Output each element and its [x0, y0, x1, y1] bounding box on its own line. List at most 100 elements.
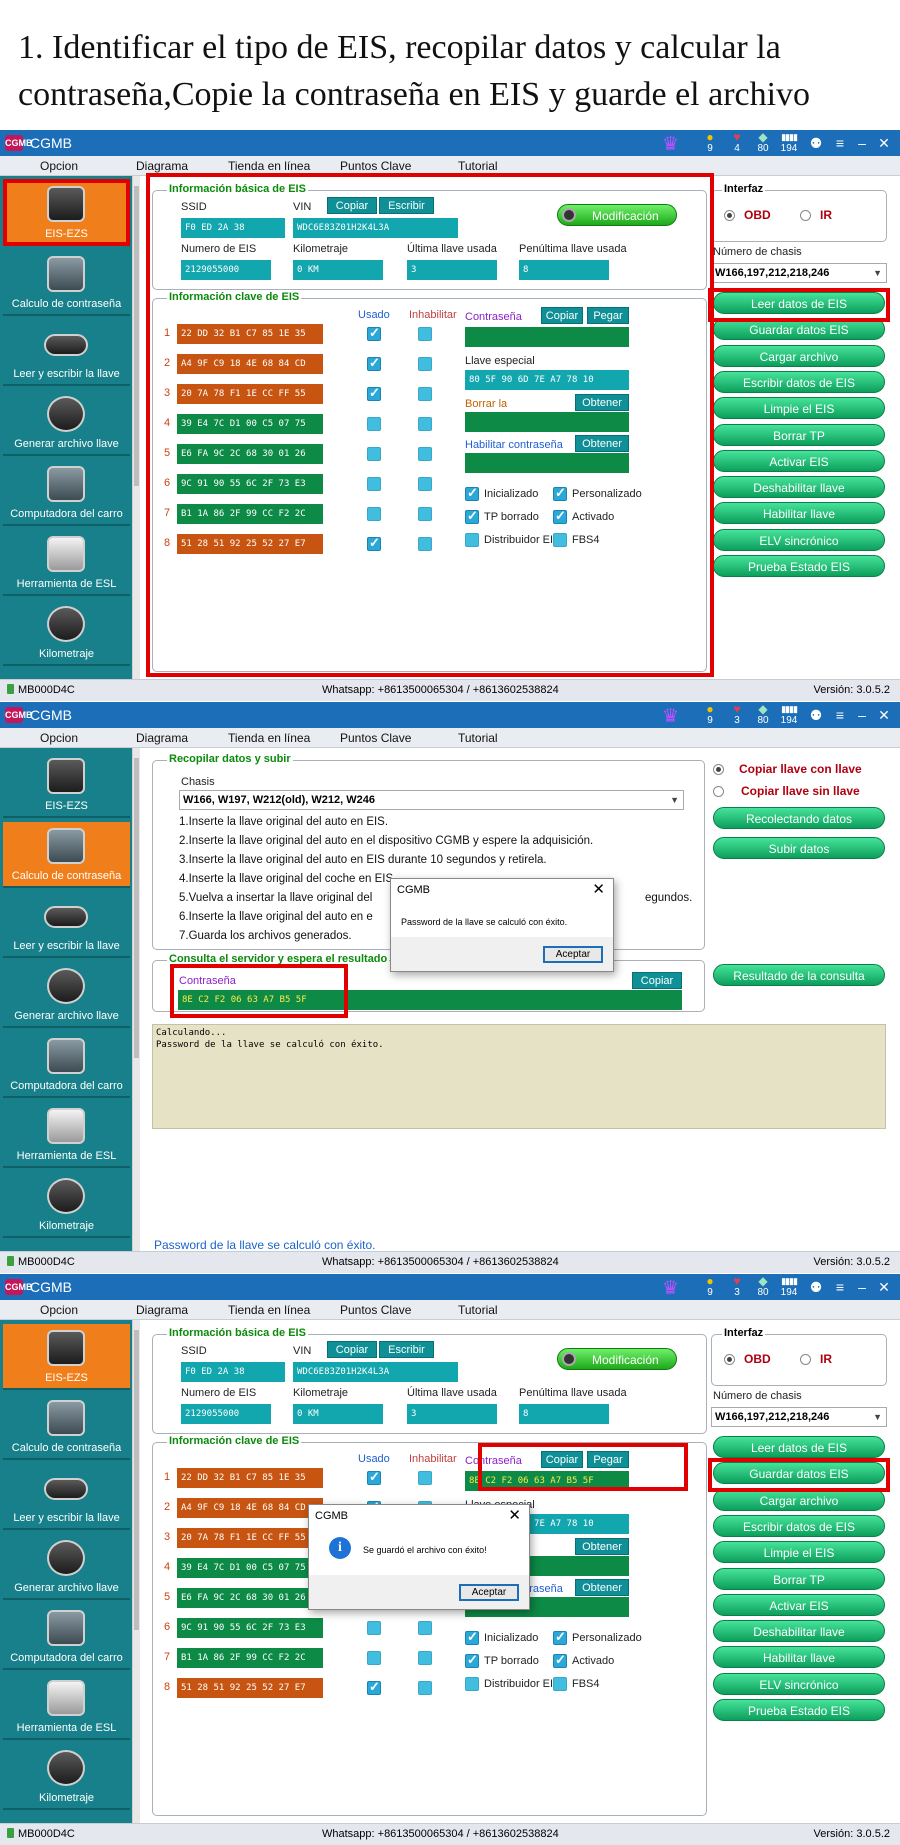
- scroll-thumb[interactable]: [134, 186, 139, 486]
- sidebar-item[interactable]: Herramienta de ESL: [3, 530, 130, 596]
- key-data-field[interactable]: 9C 91 90 55 6C 2F 73 E3: [177, 1618, 323, 1638]
- menu-item[interactable]: Opcion: [40, 1303, 78, 1317]
- obtain-enable-button[interactable]: Obtener: [575, 1579, 629, 1596]
- key-used-checkbox[interactable]: [367, 1621, 381, 1635]
- close-button[interactable]: ✕: [874, 706, 894, 724]
- dialog-ok-button[interactable]: Aceptar: [459, 1584, 519, 1601]
- menu-item[interactable]: Puntos Clave: [340, 731, 411, 745]
- eis-action-button[interactable]: Activar EIS: [713, 1593, 885, 1616]
- close-button[interactable]: ✕: [874, 1278, 894, 1296]
- ir-radio[interactable]: [800, 210, 811, 221]
- eis-action-button[interactable]: Activar EIS: [713, 449, 885, 472]
- menu-icon[interactable]: ≡: [830, 1278, 850, 1296]
- eis-action-button[interactable]: Deshabilitar llave: [713, 476, 885, 499]
- mileage-field[interactable]: 0 KM: [293, 1404, 383, 1424]
- eis-action-button[interactable]: Escribir datos de EIS: [713, 1514, 885, 1537]
- eis-action-button[interactable]: Habilitar llave: [713, 502, 885, 525]
- close-button[interactable]: ✕: [874, 134, 894, 152]
- menu-item[interactable]: Diagrama: [136, 159, 188, 173]
- key-used-checkbox[interactable]: [367, 1469, 381, 1485]
- sidebar-item[interactable]: Generar archivo llave: [3, 962, 130, 1028]
- menu-icon[interactable]: ≡: [830, 706, 850, 724]
- sidebar-item[interactable]: Herramienta de ESL: [3, 1674, 130, 1740]
- collect-data-button[interactable]: Recolectando datos: [713, 807, 885, 829]
- sidebar-item[interactable]: Leer y escribir la llave: [3, 1464, 130, 1530]
- penultimate-key-used-field[interactable]: 8: [519, 1404, 609, 1424]
- chassis-select[interactable]: W166, W197, W212(old), W212, W246 ▼: [179, 790, 684, 810]
- eis-action-button[interactable]: Leer datos de EIS: [713, 1436, 885, 1458]
- menu-item[interactable]: Diagrama: [136, 731, 188, 745]
- menu-item[interactable]: Tutorial: [458, 159, 498, 173]
- sidebar-item[interactable]: Generar archivo llave: [3, 390, 130, 456]
- user-icon[interactable]: ⚉: [806, 706, 826, 724]
- modify-toggle[interactable]: Modificación: [557, 1348, 677, 1370]
- write-vin-button[interactable]: Escribir: [379, 1341, 434, 1358]
- menu-item[interactable]: Opcion: [40, 731, 78, 745]
- sidebar-item[interactable]: Calculo de contraseña: [3, 250, 130, 316]
- key-data-field[interactable]: 20 7A 78 F1 1E CC FF 55: [177, 1528, 323, 1548]
- key-disable-checkbox[interactable]: [418, 1651, 432, 1665]
- vin-field[interactable]: WDC6E83Z01H2K4L3A: [293, 1362, 458, 1382]
- sidebar-item[interactable]: Kilometraje: [3, 1744, 130, 1810]
- chassis-select[interactable]: W166,197,212,218,246 ▼: [711, 1407, 887, 1427]
- obtain-erase-button[interactable]: Obtener: [575, 1538, 629, 1555]
- key-data-field[interactable]: 51 28 51 92 25 52 27 E7: [177, 1678, 323, 1698]
- key-data-field[interactable]: B1 1A 86 2F 99 CC F2 2C: [177, 1648, 323, 1668]
- key-used-checkbox[interactable]: [367, 1679, 381, 1695]
- eis-action-button[interactable]: Borrar TP: [713, 423, 885, 446]
- status-checkbox[interactable]: [465, 1677, 479, 1691]
- ssid-field[interactable]: F0 ED 2A 38: [181, 1362, 285, 1382]
- obd-radio[interactable]: [724, 210, 735, 221]
- sidebar-item[interactable]: Generar archivo llave: [3, 1534, 130, 1600]
- eis-action-button[interactable]: Cargar archivo: [713, 344, 885, 367]
- eis-action-button[interactable]: ELV sincrónico: [713, 1672, 885, 1695]
- eis-action-button[interactable]: Limpie el EIS: [713, 397, 885, 420]
- sidebar-item[interactable]: Kilometraje: [3, 1172, 130, 1238]
- dialog-close-button[interactable]: ✕: [508, 1506, 521, 1524]
- copy-with-key-radio[interactable]: [713, 764, 724, 775]
- menu-item[interactable]: Puntos Clave: [340, 1303, 411, 1317]
- sidebar-item[interactable]: Leer y escribir la llave: [3, 892, 130, 958]
- scroll-thumb[interactable]: [134, 758, 139, 1058]
- eis-action-button[interactable]: Escribir datos de EIS: [713, 370, 885, 393]
- sidebar-scrollbar[interactable]: [132, 748, 140, 1251]
- minimize-button[interactable]: –: [852, 706, 872, 724]
- sidebar-item[interactable]: Computadora del carro: [3, 1032, 130, 1098]
- eis-action-button[interactable]: Borrar TP: [713, 1567, 885, 1590]
- menu-item[interactable]: Opcion: [40, 159, 78, 173]
- status-checkbox[interactable]: [465, 1652, 479, 1668]
- eis-action-button[interactable]: Limpie el EIS: [713, 1541, 885, 1564]
- key-disable-checkbox[interactable]: [418, 1471, 432, 1485]
- key-data-field[interactable]: A4 9F C9 18 4E 68 84 CD: [177, 1498, 323, 1518]
- scroll-thumb[interactable]: [134, 1330, 139, 1630]
- eis-action-button[interactable]: Prueba Estado EIS: [713, 555, 885, 577]
- menu-item[interactable]: Diagrama: [136, 1303, 188, 1317]
- menu-item[interactable]: Tutorial: [458, 1303, 498, 1317]
- obd-radio[interactable]: [724, 1354, 735, 1365]
- query-result-button[interactable]: Resultado de la consulta: [713, 964, 885, 986]
- sidebar-item[interactable]: Computadora del carro: [3, 460, 130, 526]
- key-disable-checkbox[interactable]: [418, 1681, 432, 1695]
- key-used-checkbox[interactable]: [367, 1651, 381, 1665]
- minimize-button[interactable]: –: [852, 134, 872, 152]
- sidebar-item[interactable]: EIS-EZS: [3, 752, 130, 818]
- ir-radio[interactable]: [800, 1354, 811, 1365]
- menu-icon[interactable]: ≡: [830, 134, 850, 152]
- copy-without-key-radio[interactable]: [713, 786, 724, 797]
- eis-action-button[interactable]: Deshabilitar llave: [713, 1620, 885, 1643]
- sidebar-scrollbar[interactable]: [132, 176, 140, 679]
- status-checkbox[interactable]: [553, 1629, 567, 1645]
- menu-item[interactable]: Tutorial: [458, 731, 498, 745]
- user-icon[interactable]: ⚉: [806, 1278, 826, 1296]
- eis-action-button[interactable]: ELV sincrónico: [713, 528, 885, 551]
- upload-data-button[interactable]: Subir datos: [713, 837, 885, 859]
- sidebar-item[interactable]: Calculo de contraseña: [3, 822, 130, 888]
- copy-password-button[interactable]: Copiar: [632, 972, 682, 989]
- status-checkbox[interactable]: [553, 1652, 567, 1668]
- minimize-button[interactable]: –: [852, 1278, 872, 1296]
- last-key-used-field[interactable]: 3: [407, 1404, 497, 1424]
- key-data-field[interactable]: 22 DD 32 B1 C7 85 1E 35: [177, 1468, 323, 1488]
- menu-item[interactable]: Puntos Clave: [340, 159, 411, 173]
- dialog-ok-button[interactable]: Aceptar: [543, 946, 603, 963]
- key-disable-checkbox[interactable]: [418, 1621, 432, 1635]
